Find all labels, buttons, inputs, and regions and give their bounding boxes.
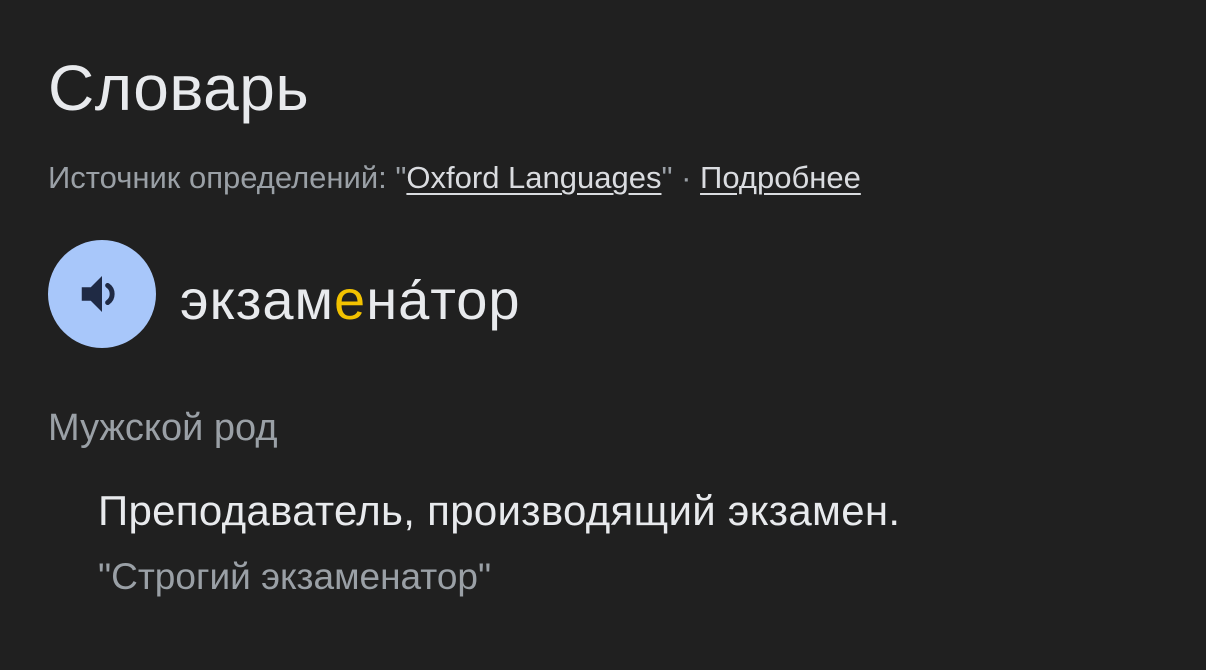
panel-title: Словарь (48, 52, 310, 124)
stressed-letter: е (334, 268, 367, 331)
oxford-languages-link[interactable]: Oxford Languages (406, 160, 661, 195)
definition-source: Источник определений: "Oxford Languages"… (48, 158, 861, 198)
source-separator: " · (661, 160, 701, 195)
pronunciation-button[interactable] (48, 240, 156, 348)
dictionary-panel: Словарь Источник определений: "Oxford La… (0, 0, 1206, 670)
source-prefix: Источник определений: " (48, 160, 407, 195)
definition-text: Преподаватель, производящий экзамен. (98, 487, 901, 534)
volume-icon (81, 276, 115, 312)
learn-more-link[interactable]: Подробнее (700, 160, 861, 195)
part-of-speech: Мужской род (48, 407, 278, 449)
headword-end: на́тор (366, 268, 521, 331)
usage-example: "Строгий экзаменатор" (98, 556, 492, 597)
headword: экзамена́тор (180, 266, 521, 334)
headword-start: экзам (180, 268, 335, 331)
